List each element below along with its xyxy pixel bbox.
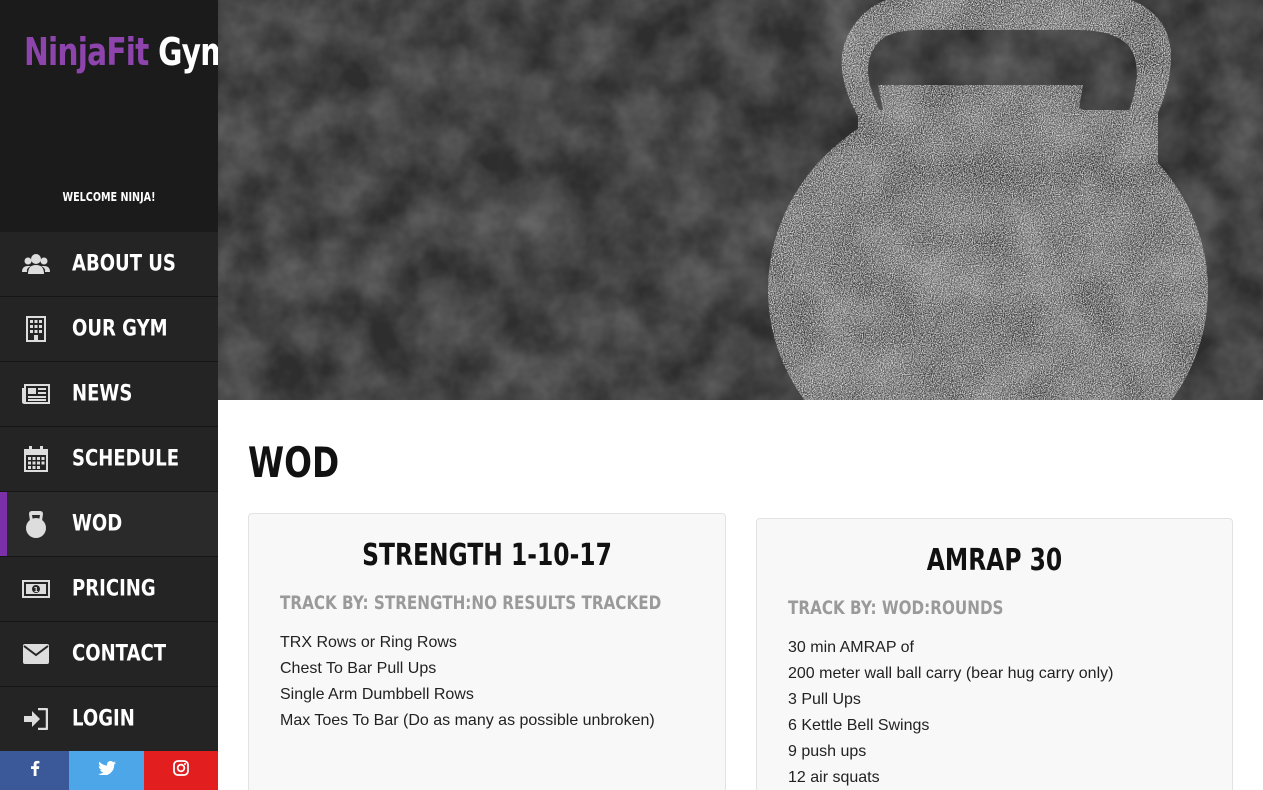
sidebar-item-login[interactable]: LOGIN: [0, 687, 218, 752]
calendar-icon: [22, 445, 50, 473]
users-icon: [22, 250, 50, 278]
sidebar-item-our-gym[interactable]: OUR GYM: [0, 297, 218, 362]
kettlebell-hero-image: [218, 0, 1263, 400]
sidebar-item-label: PRICING: [72, 576, 156, 602]
wod-card-lines: 30 min AMRAP of 200 meter wall ball carr…: [788, 635, 1113, 790]
sidebar-item-schedule[interactable]: SCHEDULE: [0, 427, 218, 492]
list-item: 9 push ups: [788, 743, 867, 760]
list-item: 30 min AMRAP of: [788, 639, 914, 656]
sidebar-item-about-us[interactable]: ABOUT US: [0, 232, 218, 297]
instagram-button[interactable]: [144, 751, 218, 790]
hero-banner: [218, 0, 1263, 400]
wod-card-track: TRACK BY: WOD:ROUNDS: [788, 597, 1004, 619]
main-content: WOD STRENGTH 1-10-17 TRACK BY: STRENGTH:…: [218, 400, 1263, 790]
wod-card-title: STRENGTH 1-10-17: [362, 538, 612, 573]
sidebar-item-label: OUR GYM: [72, 316, 168, 342]
sidebar-item-pricing[interactable]: 1 PRICING: [0, 557, 218, 622]
sidebar-item-label: LOGIN: [72, 706, 135, 732]
sidebar-item-wod[interactable]: WOD: [0, 492, 218, 557]
sidebar-nav: ABOUT US OUR GYM NEWS SCHEDULE WOD 1 PRI…: [0, 232, 218, 752]
sidebar-item-contact[interactable]: CONTACT: [0, 622, 218, 687]
facebook-icon: [30, 760, 40, 781]
wod-card: AMRAP 30 TRACK BY: WOD:ROUNDS 30 min AMR…: [756, 518, 1233, 790]
wod-card: STRENGTH 1-10-17 TRACK BY: STRENGTH:NO R…: [248, 513, 726, 790]
page-title: WOD: [248, 438, 340, 487]
kettlebell-icon: [22, 510, 50, 538]
wod-card-lines: TRX Rows or Ring Rows Chest To Bar Pull …: [280, 630, 655, 734]
list-item: TRX Rows or Ring Rows: [280, 634, 457, 651]
sidebar-item-news[interactable]: NEWS: [0, 362, 218, 427]
list-item: 3 Pull Ups: [788, 691, 861, 708]
sidebar: NinjaFit Gym WELCOME NINJA! ABOUT US OUR…: [0, 0, 231, 790]
wod-card-track: TRACK BY: STRENGTH:NO RESULTS TRACKED: [280, 592, 662, 614]
list-item: Single Arm Dumbbell Rows: [280, 686, 474, 703]
sidebar-item-label: SCHEDULE: [72, 446, 180, 472]
list-item: Chest To Bar Pull Ups: [280, 660, 437, 677]
sidebar-item-label: CONTACT: [72, 641, 167, 667]
list-item: Max Toes To Bar (Do as many as possible …: [280, 712, 655, 729]
envelope-icon: [22, 640, 50, 668]
sign-in-icon: [22, 705, 50, 733]
newspaper-icon: [22, 380, 50, 408]
money-icon: 1: [22, 575, 50, 603]
social-links: [0, 751, 218, 790]
list-item: 200 meter wall ball carry (bear hug carr…: [788, 665, 1114, 682]
wod-card-title: AMRAP 30: [926, 543, 1063, 578]
brand-ninja: Ninja: [23, 30, 107, 74]
facebook-button[interactable]: [0, 751, 69, 790]
building-icon: [22, 315, 50, 343]
twitter-button[interactable]: [69, 751, 144, 790]
welcome-message: WELCOME NINJA!: [62, 190, 156, 204]
svg-text:1: 1: [34, 586, 39, 594]
sidebar-item-label: ABOUT US: [72, 251, 176, 277]
sidebar-item-label: WOD: [72, 511, 123, 537]
sidebar-item-label: NEWS: [72, 381, 133, 407]
twitter-icon: [97, 761, 116, 780]
brand-fit: Fit: [106, 30, 149, 74]
list-item: 12 air squats: [788, 769, 880, 786]
instagram-icon: [173, 760, 189, 781]
brand-logo[interactable]: NinjaFit Gym: [23, 30, 231, 74]
list-item: 6 Kettle Bell Swings: [788, 717, 930, 734]
